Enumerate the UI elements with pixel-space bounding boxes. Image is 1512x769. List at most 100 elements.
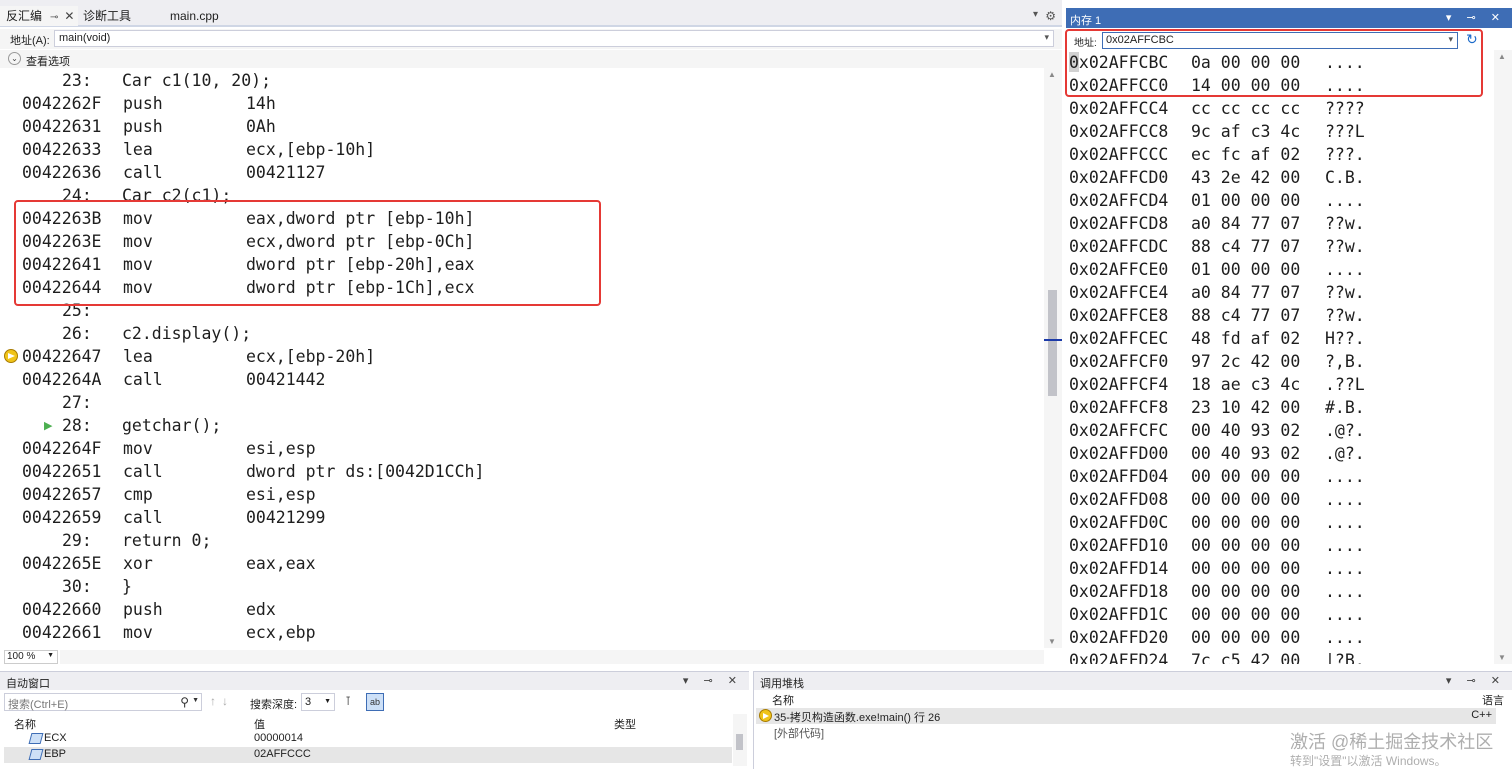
- asm-line[interactable]: 00422660 push edx: [22, 598, 276, 621]
- memory-row[interactable]: 0x02AFFCD4 01 00 00 00....: [1069, 189, 1365, 212]
- memory-bytes[interactable]: 00 00 00 00: [1191, 580, 1300, 603]
- memory-row[interactable]: 0x02AFFCD8 a0 84 77 07 ??w.: [1069, 212, 1365, 235]
- memory-row[interactable]: 0x02AFFCFC 00 40 93 02 .@?.: [1069, 419, 1365, 442]
- vertical-scrollbar[interactable]: ▲ ▼: [1044, 68, 1062, 648]
- window-buttons[interactable]: ▾ ⊸ ✕: [1446, 674, 1506, 687]
- instruction-pointer-icon[interactable]: [4, 349, 18, 363]
- column-value[interactable]: 值: [254, 716, 265, 732]
- stack-frame-row[interactable]: 35-拷贝构造函数.exe!main() 行 26 C++: [756, 708, 1496, 724]
- memory-row[interactable]: 0x02AFFCC4 cc cc cc cc????: [1069, 97, 1365, 120]
- asm-line[interactable]: 00422661 mov ecx,ebp: [22, 621, 316, 644]
- close-icon[interactable]: ✕: [64, 9, 74, 23]
- asm-line[interactable]: 00422647 lea ecx,[ebp-20h]: [22, 345, 375, 368]
- memory-bytes[interactable]: 7c c5 42 00: [1191, 649, 1300, 664]
- memory-bytes[interactable]: 18 ae c3 4c: [1191, 373, 1300, 396]
- chevron-down-icon[interactable]: ▼: [192, 697, 199, 704]
- asm-line[interactable]: 0042262F push 14h: [22, 92, 276, 115]
- memory-row[interactable]: 0x02AFFD0C 00 00 00 00....: [1069, 511, 1365, 534]
- memory-bytes[interactable]: 01 00 00 00: [1191, 258, 1300, 281]
- memory-row[interactable]: 0x02AFFCEC 48 fd af 02 H??.: [1069, 327, 1365, 350]
- nav-arrows-icon[interactable]: ↑↓: [210, 694, 234, 708]
- memory-bytes[interactable]: 00 00 00 00: [1191, 511, 1300, 534]
- memory-bytes[interactable]: cc cc cc cc: [1191, 97, 1300, 120]
- memory-row[interactable]: 0x02AFFD00 00 40 93 02 .@?.: [1069, 442, 1365, 465]
- memory-bytes[interactable]: 00 00 00 00: [1191, 603, 1300, 626]
- memory-row[interactable]: 0x02AFFCF8 23 10 42 00 #.B.: [1069, 396, 1365, 419]
- asm-line[interactable]: 00422633 lea ecx,[ebp-10h]: [22, 138, 375, 161]
- window-buttons[interactable]: ▾ ⊸ ✕: [683, 674, 743, 687]
- scroll-up-icon[interactable]: ▲: [1498, 52, 1506, 61]
- column-name[interactable]: 名称: [14, 716, 36, 732]
- horizontal-scrollbar[interactable]: [60, 650, 1044, 664]
- table-row[interactable]: EBP 02AFFCCC: [4, 747, 732, 763]
- search-icon[interactable]: ⚲: [180, 695, 189, 709]
- column-type[interactable]: 类型: [614, 716, 636, 732]
- memory-vertical-scrollbar[interactable]: ▲ ▼: [1494, 50, 1512, 664]
- column-language[interactable]: 语言: [1482, 692, 1504, 708]
- address-input[interactable]: main(void) ▾: [54, 30, 1054, 47]
- memory-bytes[interactable]: ec fc af 02: [1191, 143, 1300, 166]
- gear-icon[interactable]: ⚙: [1045, 9, 1056, 23]
- memory-row[interactable]: 0x02AFFCE0 01 00 00 00....: [1069, 258, 1365, 281]
- memory-row[interactable]: 0x02AFFD24 7c c5 42 00 |?B.: [1069, 649, 1365, 664]
- memory-bytes[interactable]: 00 00 00 00: [1191, 534, 1300, 557]
- hex-display-icon[interactable]: ab: [366, 693, 384, 711]
- column-name[interactable]: 名称: [772, 692, 794, 708]
- scrollbar-thumb[interactable]: [736, 734, 743, 750]
- asm-line[interactable]: 00422631 push 0Ah: [22, 115, 276, 138]
- tab-diagnostic-tools[interactable]: 诊断工具: [83, 6, 131, 26]
- memory-bytes[interactable]: a0 84 77 07: [1191, 281, 1300, 304]
- memory-row[interactable]: 0x02AFFD08 00 00 00 00....: [1069, 488, 1365, 511]
- asm-line[interactable]: 0042264F mov esi,esp: [22, 437, 316, 460]
- memory-bytes[interactable]: 00 00 00 00: [1191, 488, 1300, 511]
- memory-row[interactable]: 0x02AFFCF0 97 2c 42 00 ?,B.: [1069, 350, 1365, 373]
- chevron-down-icon[interactable]: ▾: [1044, 32, 1049, 43]
- memory-bytes[interactable]: 97 2c 42 00: [1191, 350, 1300, 373]
- search-input[interactable]: 搜索(Ctrl+E) ⚲ ▼: [4, 693, 202, 711]
- expand-chevron-icon[interactable]: ⌄: [8, 52, 21, 65]
- memory-row[interactable]: 0x02AFFCDC 88 c4 77 07 ??w.: [1069, 235, 1365, 258]
- memory-row[interactable]: 0x02AFFD20 00 00 00 00....: [1069, 626, 1365, 649]
- tab-overflow-chevron-icon[interactable]: ▾: [1033, 9, 1038, 20]
- autos-vertical-scrollbar[interactable]: [733, 714, 747, 766]
- memory-bytes[interactable]: 23 10 42 00: [1191, 396, 1300, 419]
- memory-row[interactable]: 0x02AFFD18 00 00 00 00....: [1069, 580, 1365, 603]
- run-to-cursor-icon[interactable]: ▶: [44, 419, 52, 432]
- memory-row[interactable]: 0x02AFFCF4 18 ae c3 4c .??L: [1069, 373, 1365, 396]
- memory-row[interactable]: 0x02AFFCCC ec fc af 02???.: [1069, 143, 1365, 166]
- memory-row[interactable]: 0x02AFFD14 00 00 00 00....: [1069, 557, 1365, 580]
- scrollbar-thumb[interactable]: [1048, 290, 1057, 396]
- pin-icon[interactable]: ⊸: [50, 12, 58, 23]
- memory-bytes[interactable]: a0 84 77 07: [1191, 212, 1300, 235]
- memory-bytes[interactable]: 01 00 00 00: [1191, 189, 1300, 212]
- asm-line[interactable]: 0042264A call 00421442: [22, 368, 325, 391]
- tab-main-cpp[interactable]: main.cpp: [170, 6, 219, 26]
- var-value[interactable]: 00000014: [254, 732, 303, 744]
- memory-row[interactable]: 0x02AFFD04 00 00 00 00....: [1069, 465, 1365, 488]
- memory-bytes[interactable]: 00 00 00 00: [1191, 557, 1300, 580]
- memory-bytes[interactable]: 00 40 93 02: [1191, 419, 1300, 442]
- asm-line[interactable]: 00422651 call dword ptr ds:[0042D1CCh]: [22, 460, 484, 483]
- tab-disassembly[interactable]: 反汇编 ⊸ ✕: [0, 6, 78, 26]
- scroll-down-icon[interactable]: ▼: [1498, 653, 1506, 662]
- view-options-bar[interactable]: ⌄ 查看选项: [0, 50, 1062, 68]
- memory-bytes[interactable]: 88 c4 77 07: [1191, 235, 1300, 258]
- memory-row[interactable]: 0x02AFFCE4 a0 84 77 07 ??w.: [1069, 281, 1365, 304]
- memory-bytes[interactable]: 00 00 00 00: [1191, 465, 1300, 488]
- chevron-down-icon[interactable]: ▼: [324, 698, 331, 705]
- pin-column-icon[interactable]: ⊺: [345, 694, 351, 708]
- memory-row[interactable]: 0x02AFFD10 00 00 00 00....: [1069, 534, 1365, 557]
- memory-bytes[interactable]: 9c af c3 4c: [1191, 120, 1300, 143]
- zoom-select[interactable]: 100 % ▼: [4, 650, 58, 664]
- asm-line[interactable]: 00422659 call 00421299: [22, 506, 325, 529]
- memory-row[interactable]: 0x02AFFCE8 88 c4 77 07 ??w.: [1069, 304, 1365, 327]
- chevron-down-icon[interactable]: ▼: [47, 652, 54, 659]
- table-row[interactable]: ECX 00000014: [4, 731, 732, 747]
- asm-line[interactable]: 0042265E xor eax,eax: [22, 552, 316, 575]
- memory-bytes[interactable]: 48 fd af 02: [1191, 327, 1300, 350]
- window-buttons[interactable]: ▾ ⊸ ✕: [1446, 11, 1506, 24]
- memory-row[interactable]: 0x02AFFCC8 9c af c3 4c ???L: [1069, 120, 1365, 143]
- memory-bytes[interactable]: 00 00 00 00: [1191, 626, 1300, 649]
- memory-rows[interactable]: 0x02AFFCBC 0a 00 00 00.... 0x02AFFCC0 14 00…: [1066, 50, 1496, 664]
- disassembly-code[interactable]: 23: Car c1(10, 20); 0042262F push 14h 0042263…: [0, 68, 1044, 648]
